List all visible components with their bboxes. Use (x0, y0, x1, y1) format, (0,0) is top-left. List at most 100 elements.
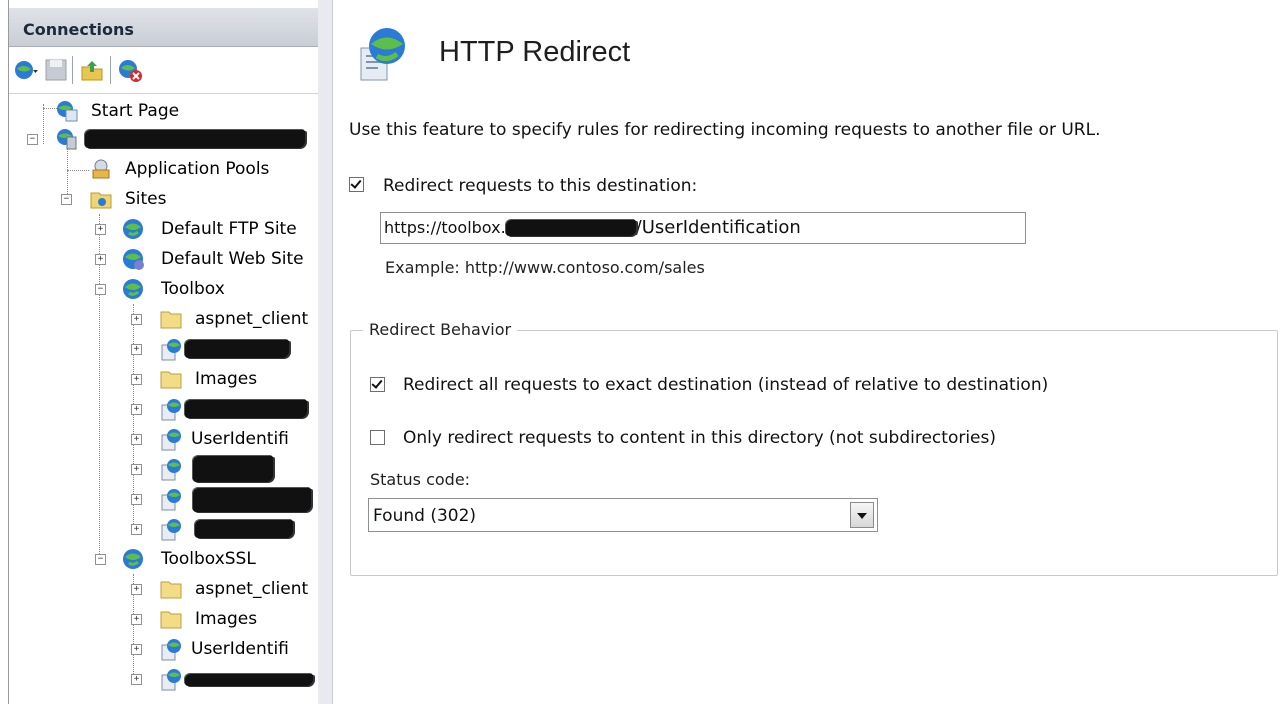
disconnect-icon[interactable] (117, 57, 143, 83)
app-icon (161, 519, 181, 541)
tree-item-toolbox-redacted-app[interactable]: + (9, 486, 315, 512)
collapse-icon[interactable]: − (61, 194, 72, 205)
tree-label: UserIdentifi (191, 639, 289, 659)
tree-item-toolbox-redacted-app[interactable]: + (9, 396, 315, 422)
expand-icon[interactable]: + (95, 224, 106, 235)
tree-item-toolboxssl[interactable]: − ToolboxSSL (9, 546, 315, 572)
folder-icon (160, 371, 182, 389)
tree-item-toolboxssl-images[interactable]: + Images (9, 606, 315, 632)
status-code-value: Found (302) (373, 506, 477, 526)
redacted-name (185, 340, 289, 358)
app-icon (161, 339, 181, 361)
tree-item-toolbox-aspnet-client[interactable]: + aspnet_client (9, 306, 315, 332)
page-description: Use this feature to specify rules for re… (349, 120, 1101, 140)
tree-label: Toolbox (161, 279, 225, 299)
redacted-name (193, 456, 273, 482)
toolbar-separator (110, 56, 111, 84)
destination-url-prefix: https://toolbox. (384, 218, 506, 237)
tree-label: Default FTP Site (161, 219, 297, 239)
tree-label: Default Web Site (161, 249, 304, 269)
tree-label: Sites (125, 189, 167, 209)
start-page-icon (57, 101, 78, 122)
destination-url-suffix: /UserIdentification (635, 217, 801, 238)
tree-item-application-pools[interactable]: Application Pools (9, 156, 315, 182)
expand-icon[interactable]: + (131, 494, 142, 505)
folder-icon (160, 581, 182, 599)
globe-icon (123, 279, 143, 299)
tree-item-toolbox-images[interactable]: + Images (9, 366, 315, 392)
tree-item-toolbox-useridentification[interactable]: + UserIdentifi (9, 426, 315, 452)
tree-label: aspnet_client (195, 579, 309, 599)
page-title: HTTP Redirect (439, 36, 631, 68)
connections-header: Connections (9, 8, 318, 47)
expand-icon[interactable]: + (131, 614, 142, 625)
connect-icon[interactable] (13, 57, 39, 83)
save-icon[interactable] (43, 57, 69, 83)
connections-toolbar (9, 47, 318, 94)
pane-splitter[interactable] (318, 0, 333, 704)
server-icon (57, 129, 77, 150)
expand-icon[interactable]: + (95, 254, 106, 265)
expand-icon[interactable]: + (131, 314, 142, 325)
tree-item-start-page[interactable]: Start Page (9, 98, 315, 124)
tree-item-default-web-site[interactable]: + Default Web Site (9, 246, 315, 272)
tree-item-toolboxssl-useridentification[interactable]: + UserIdentifi (9, 636, 315, 662)
tree-item-toolboxssl-redacted-app[interactable]: + (9, 666, 315, 692)
expand-icon[interactable]: + (131, 674, 142, 685)
collapse-icon[interactable]: − (95, 284, 106, 295)
destination-url-input[interactable]: https://toolbox. /UserIdentification (380, 212, 1026, 244)
collapse-icon[interactable]: − (27, 134, 38, 145)
tree-item-toolbox[interactable]: − Toolbox (9, 276, 315, 302)
tree-label: aspnet_client (195, 309, 309, 329)
redirect-requests-label: Redirect requests to this destination: (383, 176, 698, 196)
app-icon (161, 399, 181, 421)
redacted-name (195, 520, 293, 538)
expand-icon[interactable]: + (131, 344, 142, 355)
tree-label: ToolboxSSL (161, 549, 256, 569)
app-icon (161, 489, 181, 511)
expand-icon[interactable]: + (131, 464, 142, 475)
status-code-label: Status code: (370, 470, 471, 489)
tree-item-toolbox-redacted-app[interactable]: + (9, 336, 315, 362)
redirect-requests-checkbox[interactable] (349, 177, 364, 192)
http-redirect-icon (360, 28, 405, 81)
collapse-icon[interactable]: − (95, 554, 106, 565)
expand-icon[interactable]: + (131, 404, 142, 415)
tree-item-server[interactable]: − (9, 126, 315, 152)
only-this-directory-checkbox[interactable] (370, 430, 385, 445)
globe-icon (123, 549, 143, 569)
tree-item-toolboxssl-aspnet-client[interactable]: + aspnet_client (9, 576, 315, 602)
exact-destination-checkbox[interactable] (370, 377, 385, 392)
redacted-name (193, 488, 311, 512)
expand-icon[interactable]: + (131, 584, 142, 595)
status-code-select[interactable]: Found (302) (368, 498, 878, 532)
tree-item-default-ftp-site[interactable]: + Default FTP Site (9, 216, 315, 242)
exact-destination-label: Redirect all requests to exact destinati… (403, 375, 1049, 395)
redirect-behavior-group (350, 330, 1278, 576)
globe-icon (123, 219, 143, 239)
expand-icon[interactable]: + (131, 644, 142, 655)
chevron-down-icon[interactable] (850, 502, 874, 528)
tree-label: Start Page (91, 101, 180, 121)
app-icon (161, 459, 181, 481)
app-icon (161, 669, 181, 691)
sites-folder-icon (90, 192, 112, 209)
folder-icon (160, 611, 182, 629)
redacted-name (185, 674, 313, 686)
feature-page: HTTP Redirect Use this feature to specif… (333, 0, 1286, 704)
redirect-behavior-legend: Redirect Behavior (363, 320, 518, 339)
redacted-domain (505, 220, 636, 236)
expand-icon[interactable]: + (131, 524, 142, 535)
tree-item-toolbox-redacted-app[interactable]: + (9, 456, 315, 482)
up-icon[interactable] (79, 57, 105, 83)
expand-icon[interactable]: + (131, 434, 142, 445)
connections-tree: Start Page − Application Pools − Sites +… (9, 94, 315, 702)
tree-label: UserIdentifi (191, 429, 289, 449)
tree-label: Images (195, 369, 258, 389)
app-icon (161, 639, 181, 661)
expand-icon[interactable]: + (131, 374, 142, 385)
destination-example: Example: http://www.contoso.com/sales (385, 258, 705, 277)
toolbar-separator (72, 56, 73, 84)
tree-item-sites[interactable]: − Sites (9, 186, 315, 212)
tree-item-toolbox-redacted-app[interactable]: + (9, 516, 315, 542)
